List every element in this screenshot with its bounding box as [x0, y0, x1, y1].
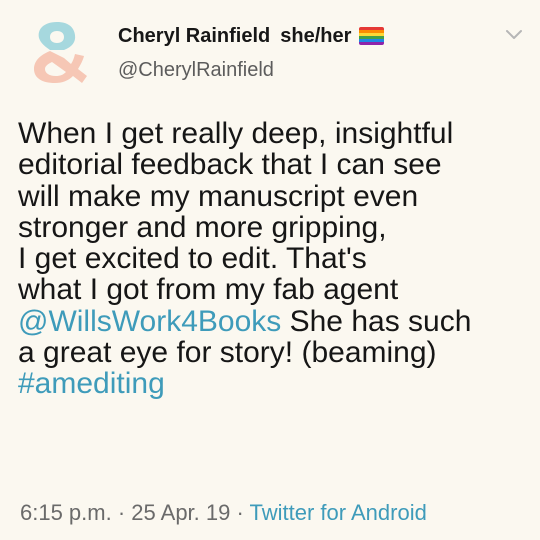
hashtag-link[interactable]: #amediting	[18, 367, 165, 400]
chevron-down-icon[interactable]	[504, 26, 524, 42]
tweet-source-link[interactable]: Twitter for Android	[250, 500, 427, 525]
tweet-line: @WillsWork4Books She has such	[18, 306, 533, 337]
tweet-line: a great eye for story! (beaming)	[18, 336, 437, 370]
meta-separator: ·	[230, 500, 250, 525]
ampersand-logo-icon	[34, 22, 87, 83]
tweet-text: When I get really deep, insightful edito…	[18, 118, 533, 400]
tweet-line: will make my manuscript even	[18, 179, 419, 213]
author-name[interactable]: Cheryl Rainfield	[118, 25, 270, 48]
tweet-card: Cheryl Rainfield she/her @CherylRainfiel…	[0, 0, 540, 540]
tweet-line: I get excited to edit. That's	[18, 242, 367, 276]
author-pronouns: she/her	[280, 24, 352, 47]
tweet-line: editorial feedback that I can see	[18, 148, 442, 182]
mention-link[interactable]: @WillsWork4Books	[18, 305, 281, 338]
author-handle[interactable]: @CherylRainfield	[118, 59, 498, 82]
tweet-date[interactable]: 25 Apr. 19	[131, 500, 230, 525]
avatar[interactable]	[30, 20, 88, 84]
tweet-time[interactable]: 6:15 p.m.	[20, 500, 112, 525]
tweet-line: #amediting	[18, 368, 533, 399]
rainbow-pride-flag-icon	[359, 27, 385, 45]
author-name-line: Cheryl Rainfield she/her	[118, 22, 498, 50]
tweet-line: When I get really deep, insightful	[18, 117, 454, 150]
tweet-text-fragment: She has such	[281, 304, 472, 338]
tweet-meta: 6:15 p.m. · 25 Apr. 19 · Twitter for And…	[20, 500, 427, 526]
meta-separator: ·	[111, 500, 132, 525]
tweet-header: Cheryl Rainfield she/her @CherylRainfiel…	[118, 22, 498, 82]
tweet-line: stronger and more gripping,	[18, 210, 387, 244]
tweet-line: what I got from my fab agent	[18, 273, 399, 307]
